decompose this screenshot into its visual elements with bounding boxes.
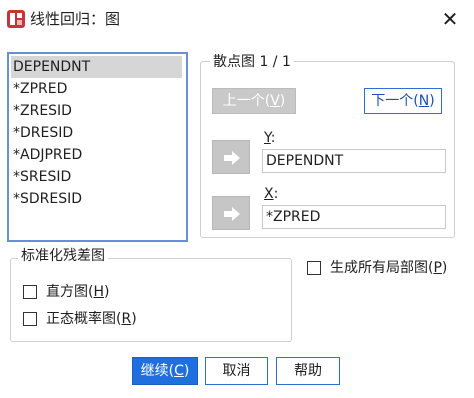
histogram-checkbox[interactable] [23, 285, 37, 299]
continue-button[interactable]: 继续(C) [132, 357, 198, 385]
normal-suffix: ) [131, 311, 137, 327]
previous-button[interactable]: 上一个(V) [212, 88, 296, 114]
x-label-letter: X [264, 186, 274, 202]
y-label-suffix: : [270, 130, 276, 146]
partial-mnemonic: P [433, 260, 442, 276]
previous-suffix: ) [279, 93, 286, 109]
histogram-text: 直方图( [46, 284, 94, 300]
list-item[interactable]: DEPENDNT [11, 56, 182, 78]
close-icon: ✕ [441, 7, 459, 31]
partial-plots-checkbox[interactable] [307, 261, 321, 275]
normal-probability-checkbox[interactable] [23, 312, 37, 326]
list-item[interactable]: *DRESID [13, 122, 73, 144]
previous-label: 上一个( [222, 93, 271, 109]
app-icon [6, 9, 26, 29]
partial-suffix: ) [441, 260, 448, 276]
previous-mnemonic: V [270, 93, 280, 109]
next-button[interactable]: 下一个(N) [364, 88, 442, 114]
x-label-suffix: : [273, 186, 279, 202]
next-suffix: ) [429, 93, 435, 109]
normal-mnemonic: R [121, 311, 132, 327]
continue-text: 继续( [140, 363, 175, 379]
y-label-letter: Y [264, 130, 271, 146]
list-item[interactable]: *ADJPRED [13, 144, 82, 166]
y-axis-field[interactable]: DEPENDNT [262, 149, 446, 173]
residual-plots-legend: 标准化残差图 [18, 248, 108, 264]
help-button[interactable]: 帮助 [276, 357, 340, 385]
arrow-right-icon [224, 151, 240, 165]
normal-probability-label[interactable]: 正态概率图(R) [46, 310, 137, 328]
move-to-x-button[interactable] [212, 196, 250, 230]
list-item[interactable]: *ZPRED [13, 78, 67, 100]
list-item[interactable]: *ZRESID [13, 100, 72, 122]
close-button[interactable]: ✕ [436, 5, 464, 33]
window-title: 线性回归：图 [30, 10, 121, 28]
next-mnemonic: N [418, 93, 430, 109]
histogram-suffix: ) [104, 284, 110, 300]
partial-plots-label[interactable]: 生成所有局部图(P) [330, 259, 447, 277]
next-label: 下一个( [371, 93, 419, 109]
partial-text: 生成所有局部图( [330, 260, 434, 276]
cancel-button[interactable]: 取消 [205, 357, 268, 385]
histogram-label[interactable]: 直方图(H) [46, 283, 109, 301]
arrow-right-icon [224, 207, 240, 221]
y-axis-label: Y: [264, 130, 275, 146]
list-item[interactable]: *SDRESID [13, 188, 82, 210]
variable-list[interactable]: DEPENDNT *ZPRED *ZRESID *DRESID *ADJPRED… [7, 52, 188, 242]
list-item[interactable]: *SRESID [13, 166, 71, 188]
x-axis-field[interactable]: *ZPRED [262, 205, 446, 229]
x-axis-label: X: [264, 186, 278, 202]
normal-text: 正态概率图( [46, 311, 122, 327]
continue-mnemonic: C [174, 363, 184, 379]
histogram-mnemonic: H [93, 284, 104, 300]
continue-suffix: ) [183, 363, 190, 379]
move-to-y-button[interactable] [212, 140, 250, 174]
scatter-legend: 散点图 1 / 1 [210, 54, 294, 70]
